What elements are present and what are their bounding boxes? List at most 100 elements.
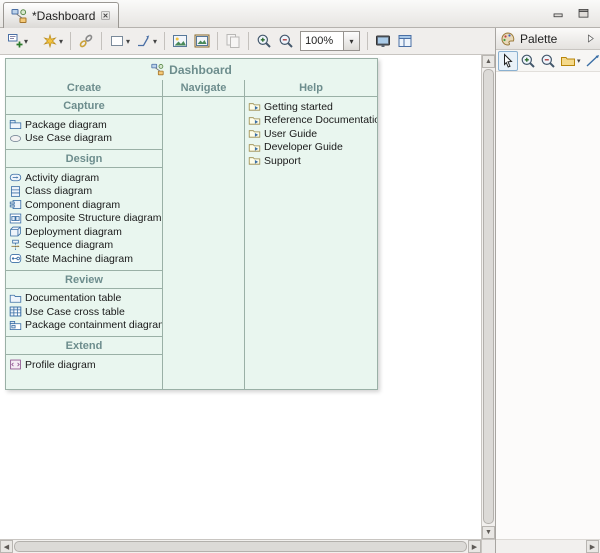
create-sequence-diagram[interactable]: Sequence diagram (6, 239, 162, 253)
toolbar-separator (164, 32, 165, 50)
tab-dashboard[interactable]: *Dashboard (3, 2, 119, 28)
item-label: Developer Guide (264, 141, 343, 153)
close-icon[interactable] (100, 10, 111, 21)
create-profile-diagram[interactable]: Profile diagram (6, 358, 162, 372)
horizontal-scroll-thumb[interactable] (14, 541, 467, 552)
help-topic-icon (248, 100, 261, 113)
horizontal-scroll-track[interactable] (13, 540, 468, 553)
view-controls (552, 7, 590, 20)
containment-diagram-icon (9, 319, 22, 332)
display-button[interactable] (372, 30, 394, 53)
copy-button[interactable] (222, 30, 244, 53)
dashboard-columns: Create Capture Package diagram Use Case … (6, 80, 377, 389)
create-usecase-diagram[interactable]: Use Case diagram (6, 132, 162, 146)
create-documentation-table[interactable]: Documentation table (6, 292, 162, 306)
help-user-guide[interactable]: User Guide (245, 127, 377, 141)
scrollbar-corner (481, 539, 495, 553)
item-label: Activity diagram (25, 172, 99, 184)
help-topic-icon (248, 114, 261, 127)
diagram-canvas[interactable]: Dashboard Create Capture Package diagram… (0, 55, 481, 539)
item-label: Support (264, 155, 301, 167)
new-element-button[interactable] (39, 30, 66, 53)
palette-header[interactable]: Palette (496, 28, 600, 50)
select-tool-button[interactable] (498, 51, 518, 71)
vertical-scroll-thumb[interactable] (483, 69, 494, 524)
zoom-in-icon (256, 33, 272, 49)
model-icon (151, 63, 164, 76)
editor-tab-bar: *Dashboard (0, 0, 600, 28)
item-label: Profile diagram (25, 359, 96, 371)
zoom-level-combo[interactable]: 100% (300, 31, 360, 51)
shape-button[interactable] (106, 30, 133, 53)
create-package-containment-diagram[interactable]: Package containment diagram (6, 319, 162, 333)
scroll-left-button[interactable] (0, 540, 13, 553)
main-toolbar: 100% (0, 28, 495, 55)
palette-scroll-strip (496, 539, 600, 553)
composite-diagram-icon (9, 212, 22, 225)
help-support[interactable]: Support (245, 154, 377, 168)
create-deployment-diagram[interactable]: Deployment diagram (6, 225, 162, 239)
dashboard-title-row: Dashboard (6, 59, 377, 80)
item-label: Sequence diagram (25, 239, 113, 251)
create-package-diagram[interactable]: Package diagram (6, 118, 162, 132)
navigate-header: Navigate (163, 80, 244, 97)
folder-tool-icon (560, 53, 576, 69)
create-usecase-cross-table[interactable]: Use Case cross table (6, 305, 162, 319)
maximize-button[interactable] (577, 7, 590, 20)
help-getting-started[interactable]: Getting started (245, 100, 377, 114)
note-tool-button[interactable] (558, 51, 583, 71)
create-state-machine-diagram[interactable]: State Machine diagram (6, 252, 162, 266)
insert-image-button[interactable] (169, 30, 191, 53)
new-diagram-button[interactable] (4, 30, 31, 53)
new-element-icon (42, 33, 58, 49)
horizontal-scrollbar[interactable] (0, 539, 481, 553)
zoom-in-button[interactable] (253, 30, 275, 53)
connector-tool-button[interactable] (583, 51, 600, 71)
toolbar-separator (70, 32, 71, 50)
dashboard-widget[interactable]: Dashboard Create Capture Package diagram… (5, 58, 378, 390)
scroll-down-button[interactable] (482, 526, 495, 539)
fork-icon (136, 33, 152, 49)
zoom-dropdown-button[interactable] (344, 31, 360, 51)
palette-scroll-right-button[interactable] (586, 540, 599, 553)
minimize-button[interactable] (552, 7, 565, 20)
cross-table-icon (9, 305, 22, 318)
zoom-out-button[interactable] (275, 30, 297, 53)
arrange-button[interactable] (133, 30, 160, 53)
arrow-right-icon[interactable] (585, 33, 596, 44)
scroll-up-button[interactable] (482, 55, 495, 68)
dashboard-column-navigate: Navigate (162, 80, 245, 389)
usecase-diagram-icon (9, 132, 22, 145)
help-developer-guide[interactable]: Developer Guide (245, 141, 377, 155)
model-icon (11, 8, 27, 24)
connector-tool-icon (585, 53, 600, 69)
vertical-scrollbar[interactable] (481, 55, 495, 539)
create-activity-diagram[interactable]: Activity diagram (6, 171, 162, 185)
create-component-diagram[interactable]: Component diagram (6, 198, 162, 212)
item-label: Deployment diagram (25, 226, 122, 238)
item-label: Package containment diagram (25, 319, 162, 331)
create-class-diagram[interactable]: Class diagram (6, 185, 162, 199)
dashboard-column-create: Create Capture Package diagram Use Case … (6, 80, 162, 389)
window-button[interactable] (394, 30, 416, 53)
link-icon (78, 33, 94, 49)
help-reference-documentation[interactable]: Reference Documentation (245, 114, 377, 128)
zoom-out-icon (278, 33, 294, 49)
export-image-button[interactable] (191, 30, 213, 53)
tab-title: *Dashboard (32, 9, 95, 23)
window-icon (397, 33, 413, 49)
section-review: Review Documentation table Use Case cros… (6, 270, 162, 337)
item-label: Documentation table (25, 292, 121, 304)
doc-table-icon (9, 292, 22, 305)
create-composite-structure-diagram[interactable]: Composite Structure diagram (6, 212, 162, 226)
section-extend: Extend Profile diagram (6, 336, 162, 376)
palette-zoom-in-button[interactable] (518, 51, 538, 71)
palette-zoom-out-button[interactable] (538, 51, 558, 71)
item-label: Component diagram (25, 199, 120, 211)
link-button[interactable] (75, 30, 97, 53)
vertical-scroll-track[interactable] (482, 68, 495, 526)
scroll-right-button[interactable] (468, 540, 481, 553)
toolbar-separator (101, 32, 102, 50)
item-label: Package diagram (25, 119, 107, 131)
create-header: Create (6, 80, 162, 97)
